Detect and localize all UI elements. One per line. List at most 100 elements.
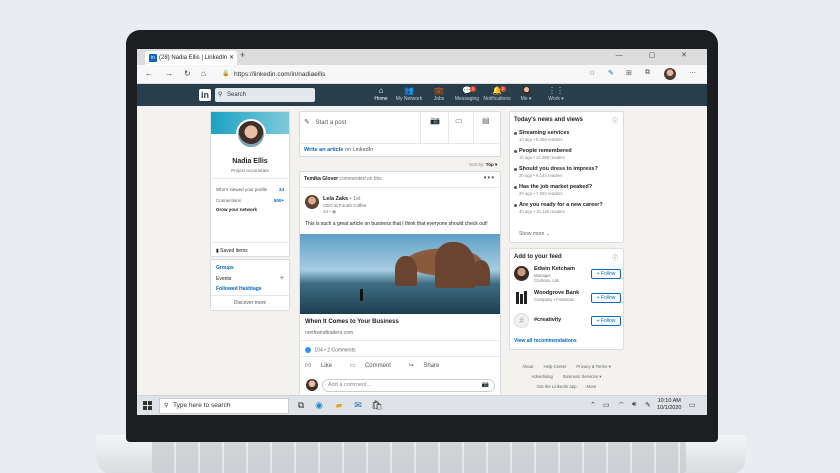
follow-button[interactable]: + Follow bbox=[591, 316, 621, 326]
profile-avatar-icon[interactable] bbox=[664, 68, 676, 80]
footer-advertising[interactable]: Advertising bbox=[532, 374, 553, 379]
connections-link[interactable]: Connections 500+ bbox=[216, 198, 284, 203]
search-placeholder: Search bbox=[227, 92, 247, 98]
discover-more-link[interactable]: Discover more bbox=[211, 300, 289, 306]
commenter-name[interactable]: Temika Glover bbox=[304, 176, 338, 182]
mail-icon[interactable]: ✉ bbox=[352, 399, 364, 411]
video-icon[interactable]: ▭ bbox=[455, 116, 463, 125]
rock-shape bbox=[435, 242, 475, 288]
comment-input[interactable]: Add a comment... 📷 bbox=[322, 379, 495, 392]
edge-browser-icon[interactable]: ◉ bbox=[313, 399, 325, 411]
profile-name[interactable]: Nadia Ellis bbox=[211, 158, 289, 165]
camera-icon[interactable]: 📷 bbox=[482, 380, 489, 391]
network-icon[interactable]: ⌔ bbox=[618, 401, 625, 410]
more-icon[interactable]: ⋯ bbox=[689, 69, 696, 77]
news-item-title: Streaming services bbox=[519, 130, 570, 136]
divider bbox=[448, 112, 449, 143]
document-icon[interactable]: ▤ bbox=[482, 116, 490, 125]
write-article-link[interactable]: Write an article on LinkedIn bbox=[304, 147, 373, 153]
taskbar-clock[interactable]: 10:10 AM 10/1/2020 bbox=[657, 398, 681, 412]
footer-privacy[interactable]: Privacy & Terms ▾ bbox=[576, 364, 610, 369]
camera-icon[interactable]: 📷 bbox=[430, 116, 440, 125]
browser-tab[interactable]: in (28) Nadia Ellis | LinkedIn ✕ bbox=[145, 51, 237, 65]
communities-card: Groups Events + Followed Hashtags Discov… bbox=[210, 259, 290, 311]
author-avatar[interactable] bbox=[305, 195, 319, 209]
pen-icon[interactable]: ✎ bbox=[608, 69, 614, 77]
grow-network-link[interactable]: Grow your network bbox=[216, 207, 257, 212]
store-icon[interactable]: 🛍︎ bbox=[371, 399, 383, 411]
footer-more[interactable]: More bbox=[587, 384, 597, 389]
footer-about[interactable]: About bbox=[522, 364, 533, 369]
add-event-icon[interactable]: + bbox=[280, 275, 284, 282]
groups-link[interactable]: Groups bbox=[216, 265, 234, 271]
news-item[interactable]: Are you ready for a new career? 4h ago •… bbox=[514, 202, 603, 214]
post-stats[interactable]: 104 • 2 Comments bbox=[305, 347, 356, 353]
url-field[interactable]: 🔒 https://linkedin.com/in/nadiaellis bbox=[220, 68, 550, 81]
more-options-icon[interactable]: ••• bbox=[484, 173, 495, 182]
author-name-row[interactable]: Lela Zaks • 1st bbox=[323, 196, 360, 202]
task-view-icon[interactable]: ⧉ bbox=[295, 399, 307, 411]
new-tab-button[interactable]: + bbox=[240, 50, 245, 60]
suggestion-name[interactable]: Woodgrove Bank bbox=[534, 290, 579, 296]
nav-messaging[interactable]: 💬 1 Messaging bbox=[450, 86, 484, 102]
search-input[interactable]: ⚲ Search bbox=[215, 88, 315, 102]
nav-me[interactable]: Me ▾ bbox=[509, 86, 543, 102]
viewers-label: Who's viewed your profile bbox=[216, 187, 268, 192]
news-item[interactable]: People remembered 1h ago • 12,389 reader… bbox=[514, 148, 572, 160]
extensions-icon[interactable]: ⧉ bbox=[645, 69, 650, 77]
info-icon[interactable]: ⓘ bbox=[612, 253, 618, 262]
saved-items-link[interactable]: ▮ Saved items bbox=[216, 248, 248, 254]
favorites-star-icon[interactable]: ☆ bbox=[589, 69, 595, 77]
avatar[interactable] bbox=[236, 119, 266, 149]
refresh-icon[interactable]: ↻ bbox=[184, 69, 191, 78]
events-link[interactable]: Events bbox=[216, 276, 231, 282]
info-icon[interactable]: ⓘ bbox=[612, 116, 618, 125]
woodgrove-logo-icon[interactable] bbox=[514, 290, 529, 305]
article-title[interactable]: When It Comes to Your Business bbox=[305, 319, 399, 325]
like-button[interactable]: 👍︎ Like bbox=[305, 363, 340, 369]
news-item[interactable]: Has the job market peaked? 2h ago • 7,65… bbox=[513, 184, 592, 196]
suggestion-name[interactable]: Edwin Ketcham bbox=[534, 266, 575, 272]
nav-work[interactable]: ⋮⋮ Work ▾ bbox=[539, 86, 573, 102]
post-image[interactable] bbox=[300, 234, 500, 314]
start-post-button[interactable]: ✎ Start a post bbox=[304, 118, 346, 126]
avatar[interactable] bbox=[514, 266, 529, 281]
notifications-badge: 2 bbox=[500, 86, 506, 92]
file-explorer-icon[interactable]: ▰ bbox=[333, 399, 345, 411]
window-controls[interactable]: — ▢ ✕ bbox=[616, 51, 699, 59]
footer-app[interactable]: Get the LinkedIn app bbox=[537, 384, 577, 389]
taskbar-search-input[interactable]: ⚲ Type here to search bbox=[159, 398, 289, 414]
divider bbox=[300, 356, 500, 357]
nav-label: My Network bbox=[395, 96, 423, 102]
show-more-button[interactable]: Show more ⌄ bbox=[519, 231, 550, 237]
profile-viewers-link[interactable]: Who's viewed your profile 24 bbox=[216, 187, 284, 192]
show-hidden-icons-icon[interactable]: ⌃ bbox=[590, 401, 596, 409]
nav-my-network[interactable]: 👥 My Network bbox=[392, 86, 426, 102]
view-all-recommendations-link[interactable]: View all recommendations bbox=[514, 338, 577, 344]
footer-business[interactable]: Business Services ▾ bbox=[563, 374, 601, 379]
news-item[interactable]: Streaming services 1h ago • 5,456 reader… bbox=[513, 130, 570, 142]
tab-close-icon[interactable]: ✕ bbox=[229, 51, 234, 65]
back-icon[interactable]: ← bbox=[145, 69, 153, 78]
windows-start-icon[interactable] bbox=[143, 401, 152, 410]
share-button[interactable]: ↪ Share bbox=[409, 363, 448, 369]
comment-button[interactable]: ▭ Comment bbox=[350, 363, 399, 369]
notifications-icon[interactable]: ▭ bbox=[689, 401, 696, 409]
profile-role: Project Accountant bbox=[231, 168, 269, 173]
battery-icon[interactable]: ▭ bbox=[603, 401, 610, 409]
hashtag-icon[interactable]: # bbox=[514, 313, 529, 328]
followed-hashtags-link[interactable]: Followed Hashtags bbox=[216, 286, 262, 292]
edit-icon: ✎ bbox=[304, 119, 310, 126]
news-item[interactable]: Should you dress to impress? 2h ago • 9,… bbox=[514, 166, 598, 178]
home-icon[interactable]: ⌂ bbox=[201, 69, 206, 78]
linkedin-logo-icon[interactable]: in bbox=[199, 89, 211, 101]
volume-icon[interactable]: 🔊︎ bbox=[632, 401, 636, 409]
footer-help[interactable]: Help Center bbox=[543, 364, 566, 369]
follow-button[interactable]: + Follow bbox=[591, 269, 621, 279]
follow-button[interactable]: + Follow bbox=[591, 293, 621, 303]
forward-icon[interactable]: → bbox=[165, 69, 173, 78]
sort-by-control[interactable]: Sort by: Top ▾ bbox=[469, 162, 497, 168]
collections-icon[interactable]: ⊞ bbox=[626, 69, 632, 77]
pen-workspace-icon[interactable]: ✎ bbox=[645, 401, 651, 409]
suggestion-name[interactable]: #creativity bbox=[534, 317, 561, 323]
